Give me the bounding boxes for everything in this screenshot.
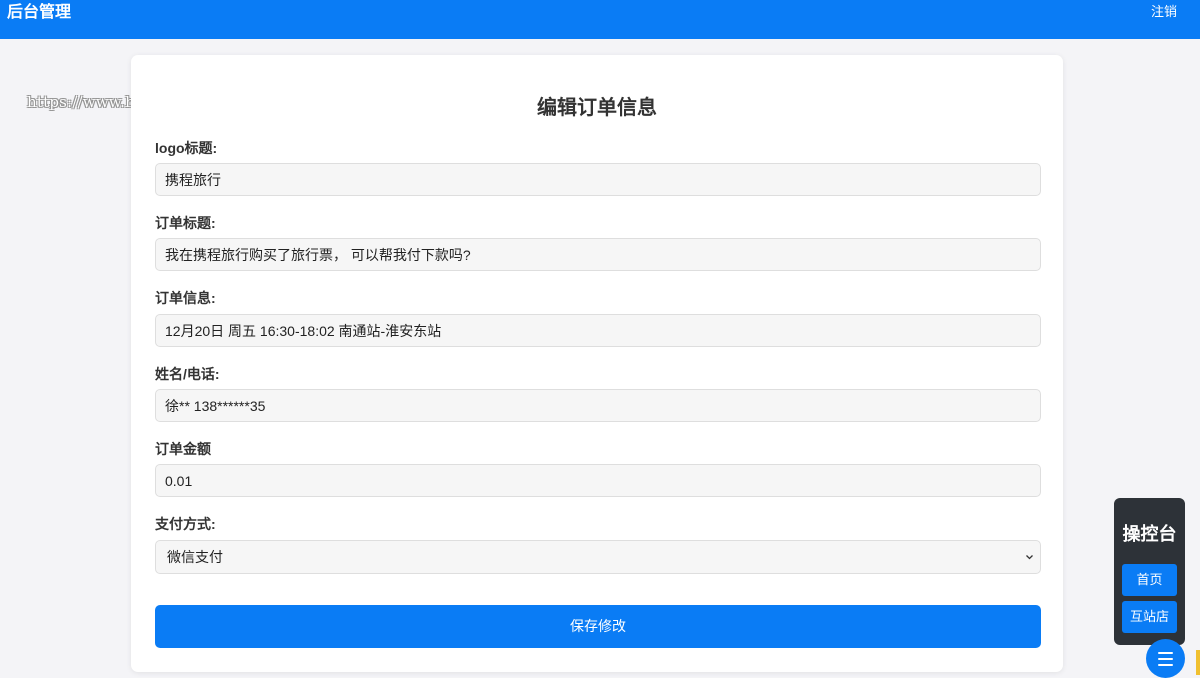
edit-order-form: 编辑订单信息 logo标题: 订单标题: 订单信息: 姓名/电话: 订单金额 支… xyxy=(131,55,1063,672)
payment-method-value: 微信支付 xyxy=(167,549,223,565)
payment-method-label: 支付方式: xyxy=(155,516,216,532)
chevron-down-icon xyxy=(1025,541,1034,586)
console-panel: 操控台 首页 互站店 xyxy=(1114,498,1185,645)
name-phone-label: 姓名/电话: xyxy=(155,366,220,382)
huzhan-store-button[interactable]: 互站店 xyxy=(1122,601,1177,633)
edge-accent-strip xyxy=(1196,650,1200,675)
save-button[interactable]: 保存修改 xyxy=(155,605,1041,648)
logo-title-label: logo标题: xyxy=(155,140,218,156)
order-info-input[interactable] xyxy=(155,314,1041,347)
form-title: 编辑订单信息 xyxy=(537,97,657,119)
order-title-label: 订单标题: xyxy=(155,215,216,231)
console-title: 操控台 xyxy=(1122,524,1177,544)
order-title-input[interactable] xyxy=(155,238,1041,271)
order-info-label: 订单信息: xyxy=(155,290,216,306)
payment-method-select[interactable]: 微信支付 xyxy=(155,540,1041,574)
order-amount-label: 订单金额 xyxy=(155,441,211,457)
logout-link[interactable]: 注销 xyxy=(1151,3,1177,21)
top-nav-bar: 后台管理 注销 xyxy=(0,0,1200,39)
name-phone-input[interactable] xyxy=(155,389,1041,422)
brand-title: 后台管理 xyxy=(7,4,72,21)
home-button[interactable]: 首页 xyxy=(1122,564,1177,596)
logo-title-input[interactable] xyxy=(155,163,1041,196)
order-amount-input[interactable] xyxy=(155,464,1041,497)
menu-toggle-button[interactable] xyxy=(1146,639,1185,678)
